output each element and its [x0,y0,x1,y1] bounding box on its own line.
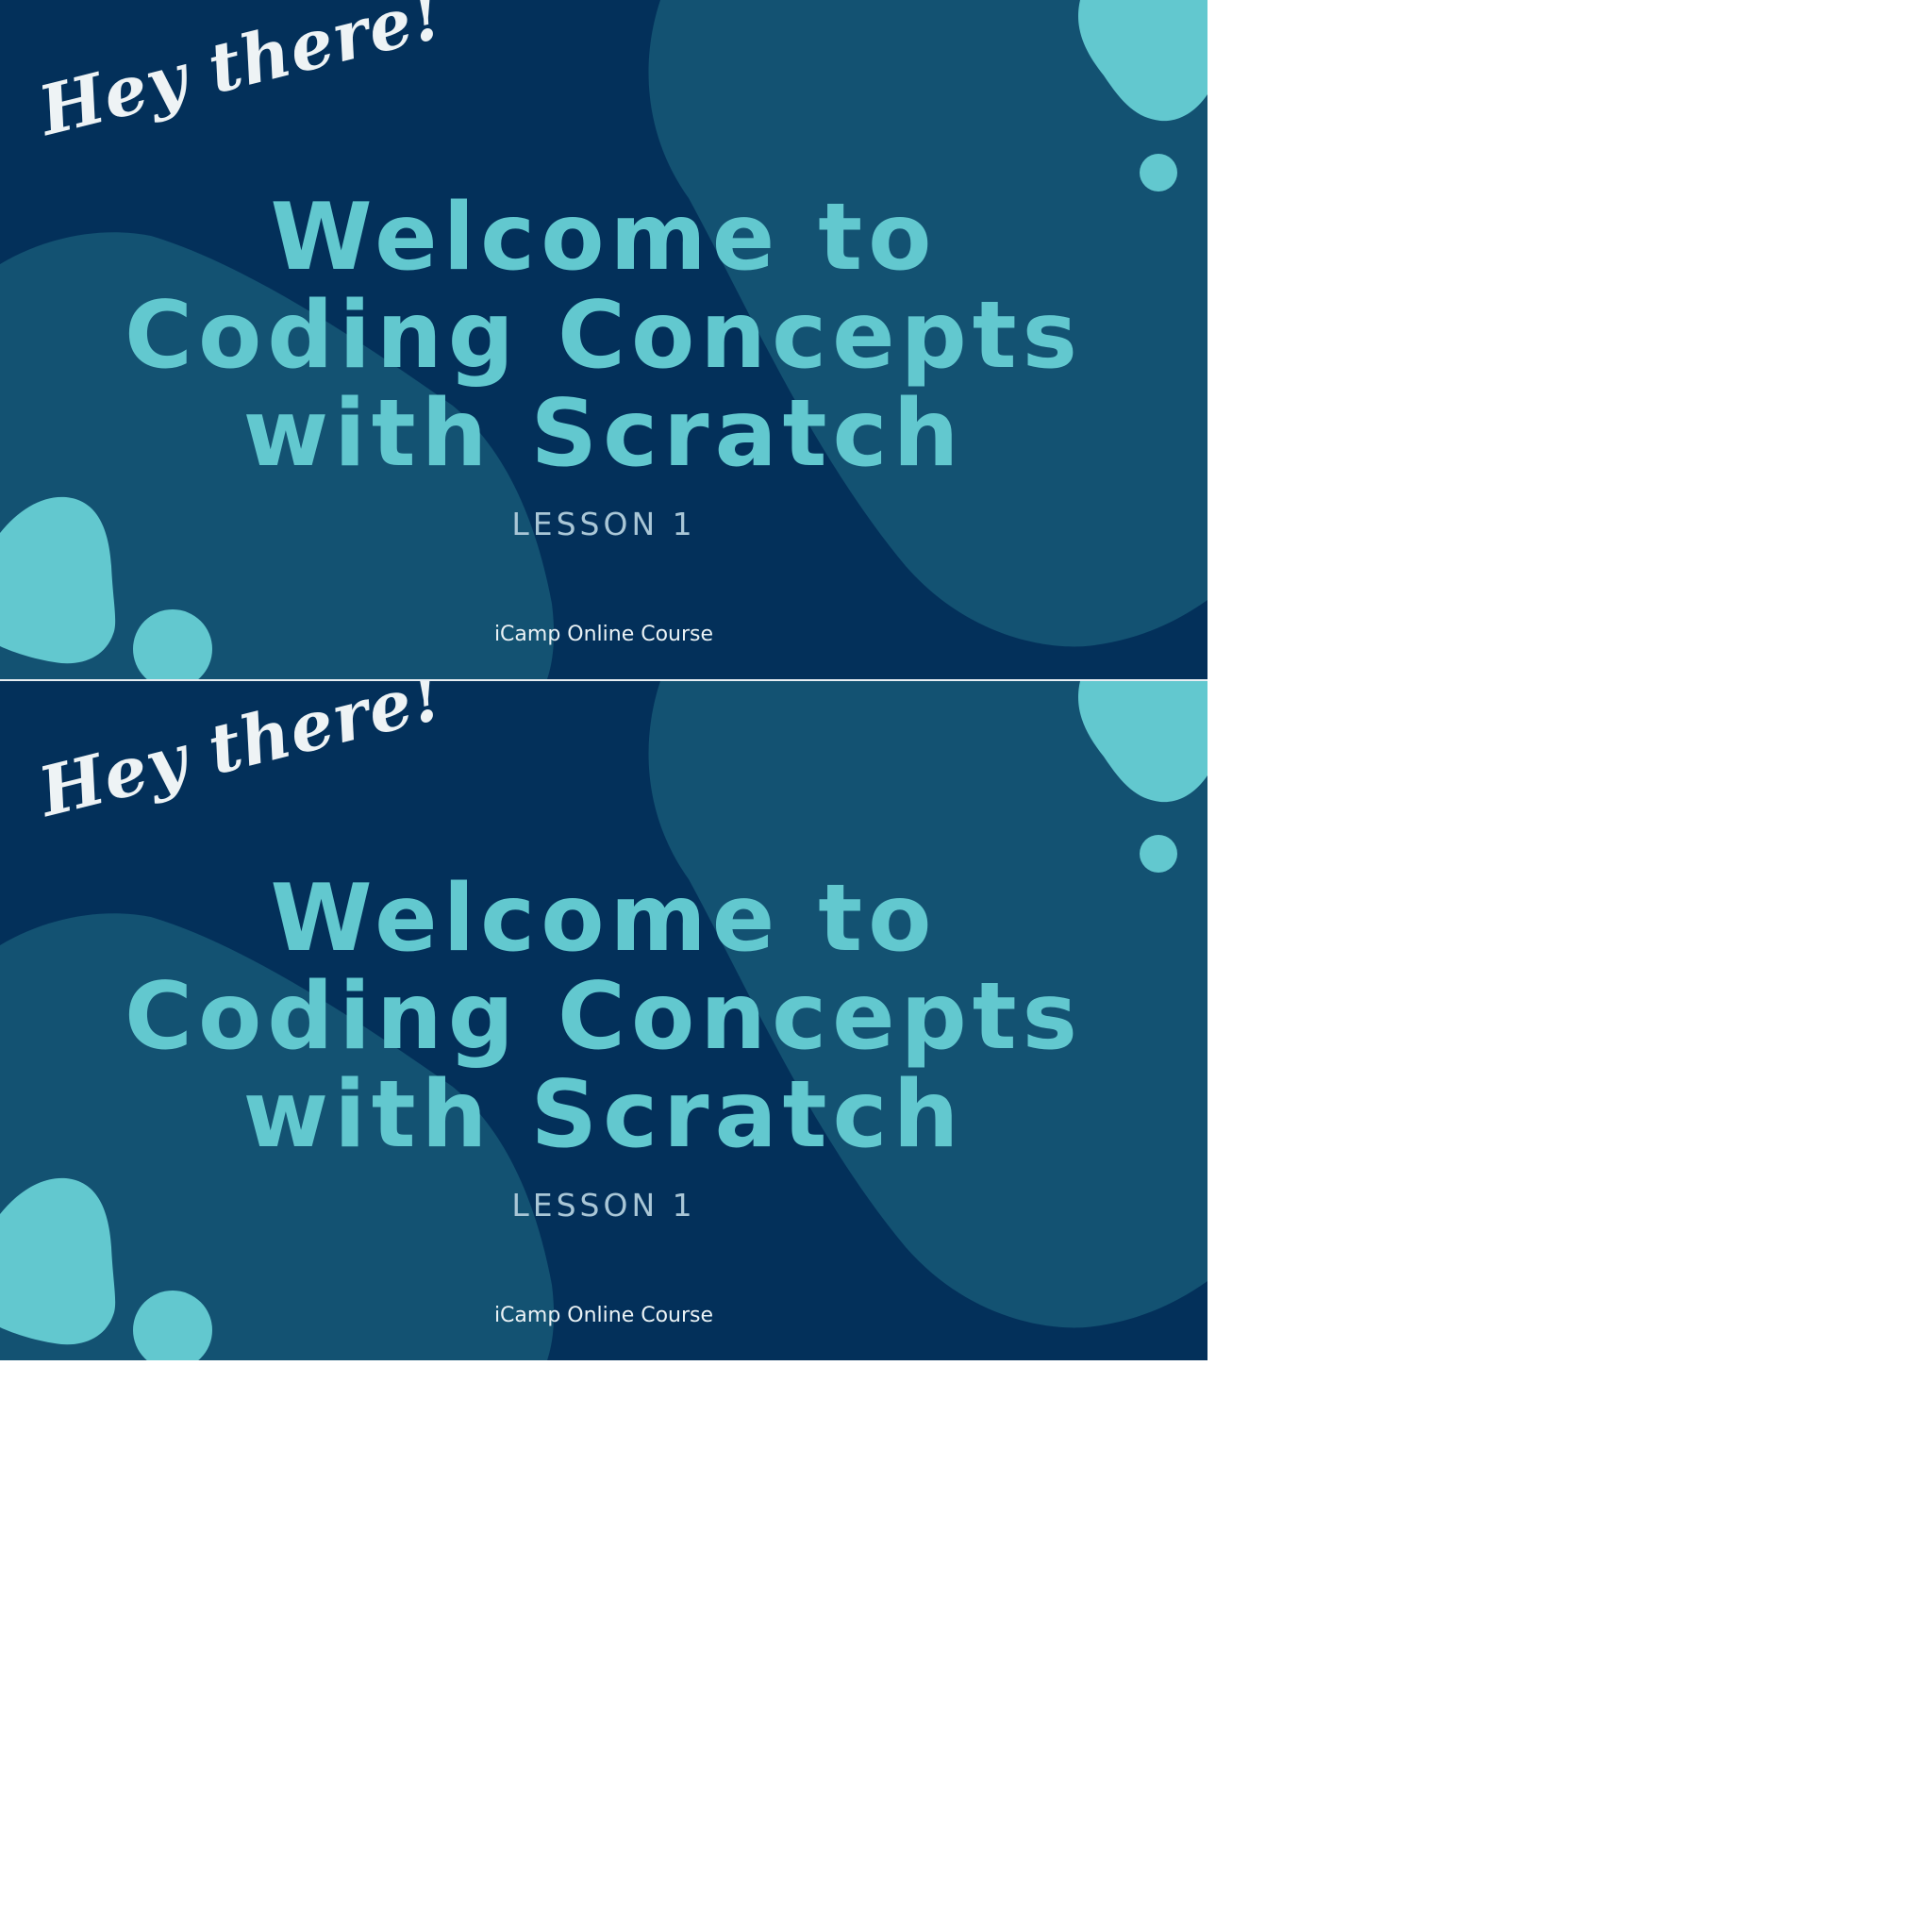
slide-title: Welcome to Coding Concepts with Scratch [0,189,1208,483]
dot-right [1140,835,1177,873]
title-line: Coding Concepts [125,282,1083,390]
lesson-label: LESSON 1 [511,506,696,542]
title-line: with Scratch [242,380,965,488]
lesson-label: LESSON 1 [511,1187,696,1224]
title-line: Welcome to [270,184,938,291]
course-footer: iCamp Online Course [493,623,714,646]
dot-right [1140,154,1177,192]
title-line: Coding Concepts [125,963,1083,1071]
slide-title: Welcome to Coding Concepts with Scratch [0,870,1208,1164]
title-line: Welcome to [270,865,938,973]
title-line: with Scratch [242,1061,965,1169]
course-footer: iCamp Online Course [493,1304,714,1327]
page: Hey there! Welcome to Coding Concepts wi… [0,0,1932,1932]
slide-1: Hey there! Welcome to Coding Concepts wi… [0,0,1208,679]
slide-2: Hey there! Welcome to Coding Concepts wi… [0,681,1208,1360]
